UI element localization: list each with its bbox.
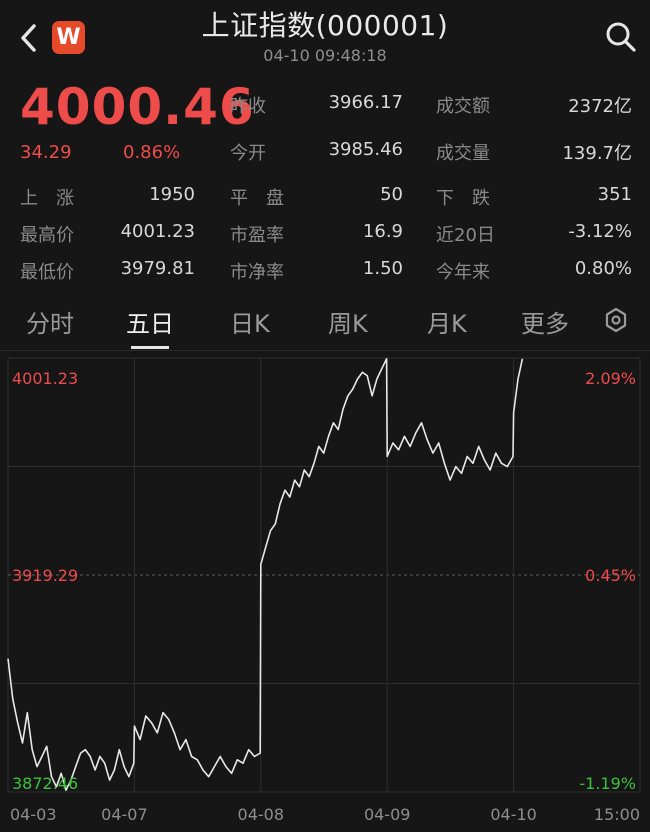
stat-label-decliners: 下 跌 [436, 188, 490, 209]
stat-value-20d: -3.12% [568, 221, 632, 242]
x-tick-label: 04-10 [490, 805, 537, 824]
search-icon [606, 22, 636, 52]
stat-label-unchanged: 平 盘 [230, 188, 284, 209]
stat-value-prev-close: 3966.17 [328, 92, 403, 113]
stat-value-ytd: 0.80% [574, 258, 632, 279]
tab-more[interactable]: 更多 [521, 304, 569, 339]
tab-intraday[interactable]: 分时 [26, 304, 74, 339]
active-tab-indicator [131, 346, 169, 349]
stat-label-ytd: 今年来 [436, 262, 490, 283]
stat-value-high: 4001.23 [120, 221, 195, 242]
price-change: 34.29 [20, 142, 72, 163]
stat-value-decliners: 351 [597, 184, 632, 205]
page-title: 上证指数(000001) [201, 9, 449, 42]
chart-grid [7, 357, 641, 793]
x-tick-label: 04-07 [101, 805, 148, 824]
stat-value-open: 3985.46 [328, 139, 403, 160]
y-label-ref: 3919.29 [12, 566, 78, 585]
y-label-min: 3872.46 [12, 774, 78, 793]
five-day-chart[interactable]: 4001.23 3919.29 3872.46 2.09% 0.45% -1.19% 04-… [0, 352, 650, 832]
current-price: 4000.46 [20, 78, 255, 136]
x-tick-label: 04-08 [238, 805, 285, 824]
gear-icon [605, 307, 627, 333]
stat-label-prev-close: 昨收 [230, 96, 266, 117]
price-change-percent: 0.86% [123, 142, 181, 163]
stat-value-volume: 139.7亿 [562, 143, 632, 164]
price-line [7, 358, 524, 792]
tab-weekly-k[interactable]: 周K [328, 304, 368, 339]
stat-value-advancers: 1950 [149, 184, 195, 205]
stat-value-pb: 1.50 [362, 258, 403, 279]
stat-label-20d: 近20日 [436, 225, 495, 246]
tab-five-day[interactable]: 五日 [126, 304, 174, 339]
x-tick-label: 04-03 [10, 805, 57, 824]
stat-label-volume: 成交量 [436, 143, 490, 164]
stat-label-open: 今开 [230, 143, 266, 164]
stat-value-unchanged: 50 [380, 184, 403, 205]
stat-label-low: 最低价 [20, 262, 74, 283]
tab-monthly-k[interactable]: 月K [427, 304, 467, 339]
stat-value-turnover: 2372亿 [568, 96, 632, 117]
tab-daily-k[interactable]: 日K [230, 304, 270, 339]
y-label-max-pct: 2.09% [585, 369, 636, 388]
x-tick-label: 15:00 [594, 805, 640, 824]
stat-value-pe: 16.9 [362, 221, 403, 242]
stat-label-pe: 市盈率 [230, 225, 284, 246]
y-label-max: 4001.23 [12, 369, 78, 388]
stat-label-advancers: 上 涨 [20, 188, 74, 209]
axis-labels: 4001.23 3919.29 3872.46 2.09% 0.45% -1.19% 04-… [10, 369, 640, 824]
stat-label-high: 最高价 [20, 225, 74, 246]
x-tick-label: 04-09 [364, 805, 411, 824]
search-button[interactable] [604, 20, 638, 54]
stat-value-low: 3979.81 [120, 258, 195, 279]
tabs-divider [0, 350, 650, 351]
stat-label-turnover: 成交额 [436, 96, 490, 117]
settings-button[interactable] [602, 306, 630, 334]
y-label-ref-pct: 0.45% [585, 566, 636, 585]
y-label-min-pct: -1.19% [579, 774, 636, 793]
quote-timestamp: 04-10 09:48:18 [263, 46, 387, 65]
stat-label-pb: 市净率 [230, 262, 284, 283]
